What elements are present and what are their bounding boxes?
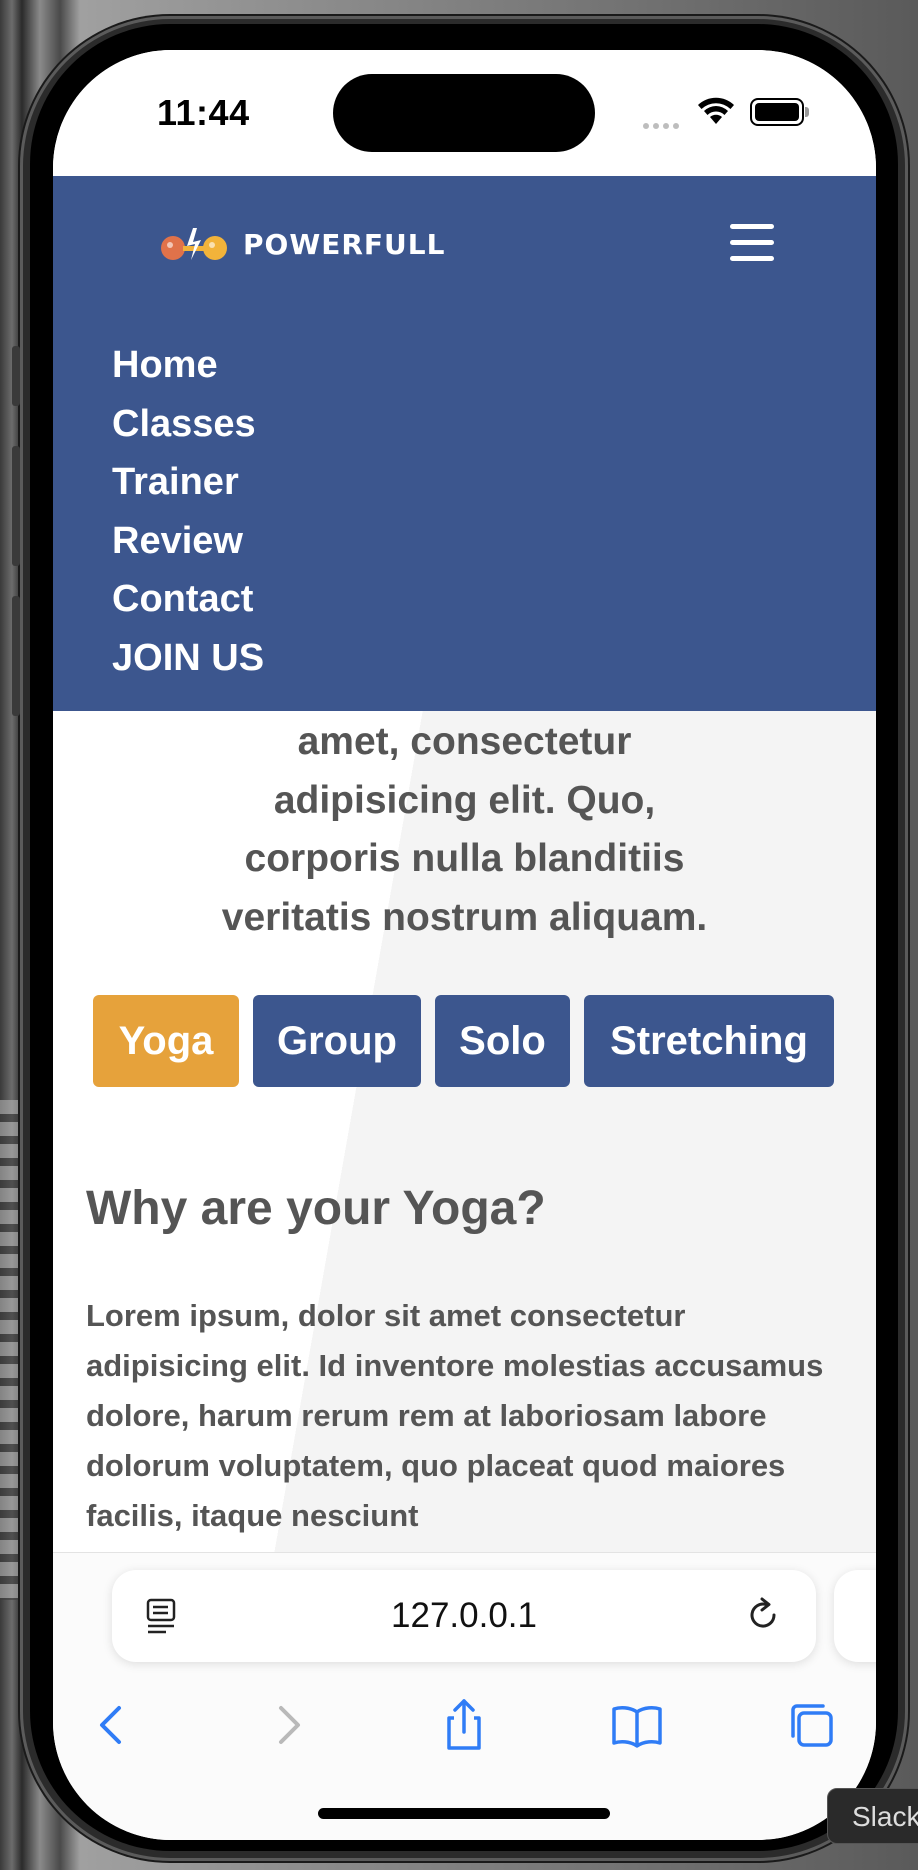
phone-screen: 11:44 POWERFULL Home Classes Trainer Rev… <box>53 50 876 1840</box>
intro-line: corporis nulla blanditiis <box>244 837 685 880</box>
classes-section: amet, consectetur adipisicing elit. Quo,… <box>53 711 876 1561</box>
tabs-icon[interactable] <box>784 1698 838 1752</box>
intro-line: adipisicing elit. Quo, <box>273 778 656 822</box>
tab-yoga[interactable]: Yoga <box>93 995 239 1087</box>
dynamic-island <box>333 74 595 152</box>
home-indicator[interactable] <box>318 1808 610 1819</box>
intro-line: veritatis nostrum aliquam. <box>221 895 708 939</box>
mute-switch <box>12 346 20 406</box>
forward-icon[interactable] <box>260 1698 314 1752</box>
nav-item-classes[interactable]: Classes <box>112 395 264 454</box>
cellular-signal-icon <box>643 116 683 134</box>
dumbbell-logo-icon <box>161 228 227 260</box>
section-heading: Why are your Yoga? <box>86 1182 546 1235</box>
nav-item-review[interactable]: Review <box>112 512 264 571</box>
browser-toolbar: 127.0.0.1 <box>53 1552 876 1840</box>
address-bar[interactable]: 127.0.0.1 <box>112 1570 816 1662</box>
tab-solo[interactable]: Solo <box>435 995 570 1087</box>
bookmarks-icon[interactable] <box>610 1698 664 1752</box>
status-time: 11:44 <box>157 92 250 133</box>
section-paragraph: Lorem ipsum, dolor sit amet consectetur … <box>86 1298 824 1533</box>
site-header: POWERFULL Home Classes Trainer Review Co… <box>53 176 876 711</box>
nav-item-trainer[interactable]: Trainer <box>112 453 264 512</box>
url-text: 127.0.0.1 <box>391 1596 537 1635</box>
nav-item-contact[interactable]: Contact <box>112 570 264 629</box>
class-tabs: Yoga Group Solo Stretching <box>93 995 834 1087</box>
intro-text: amet, consectetur adipisicing elit. Quo,… <box>53 713 876 947</box>
tab-stretching[interactable]: Stretching <box>584 995 834 1087</box>
volume-up-button <box>12 446 20 566</box>
menu-hamburger-icon[interactable] <box>730 224 774 262</box>
intro-line: amet, consectetur <box>297 720 632 763</box>
reload-icon[interactable] <box>744 1596 782 1634</box>
wifi-icon <box>698 97 734 124</box>
status-bar: 11:44 <box>53 50 876 176</box>
share-icon[interactable] <box>437 1698 491 1752</box>
volume-down-button <box>12 596 20 716</box>
nav-item-home[interactable]: Home <box>112 336 264 395</box>
tab-group[interactable]: Group <box>253 995 421 1087</box>
nav-item-join-us[interactable]: JOIN US <box>112 629 264 688</box>
battery-icon <box>750 98 809 126</box>
main-nav: Home Classes Trainer Review Contact JOIN… <box>112 336 264 687</box>
brand-name: POWERFULL <box>243 227 446 261</box>
slack-tooltip: Slack <box>827 1788 918 1844</box>
brand-logo[interactable]: POWERFULL <box>157 224 445 264</box>
next-tab-peek[interactable] <box>834 1570 876 1662</box>
back-icon[interactable] <box>86 1698 140 1752</box>
